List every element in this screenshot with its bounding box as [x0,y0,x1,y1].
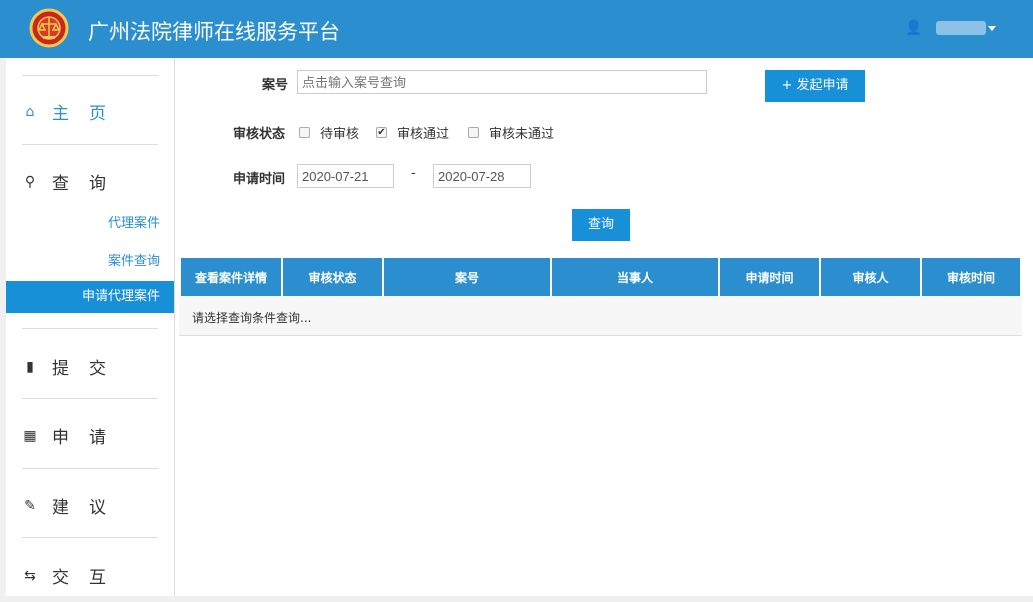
divider [22,144,158,145]
col-header: 审核状态 [283,258,382,296]
empty-message: 请选择查询条件查询... [179,296,1022,336]
col-header: 当事人 [552,258,718,296]
status-pending-checkbox[interactable]: 待审核 [299,123,359,142]
divider [22,537,158,538]
checkbox-icon [299,127,310,138]
user-menu[interactable]: 👤 用户 [905,20,997,36]
new-application-button[interactable]: + 发起申请 [765,70,865,102]
query-button[interactable]: 查询 [572,209,630,241]
col-header: 审核时间 [922,258,1020,296]
divider [22,398,158,399]
app-title: 广州法院律师在线服务平台 [88,20,340,44]
case-number-input[interactable] [297,70,707,94]
sidebar-sub-agent-cases[interactable]: 代理案件 [108,212,160,231]
table-icon: ▦ [23,427,37,444]
checkbox-checked-icon: ✔ [376,127,387,138]
status-approved-checkbox[interactable]: ✔ 审核通过 [376,123,449,142]
col-header: 案号 [384,258,550,296]
user-name: 用户 [936,21,987,35]
edit-icon: ✎ [24,497,36,514]
header: 广州法院律师在线服务平台 👤 用户 [0,0,1033,58]
sidebar-item-interact[interactable]: ⇆ 交互 [22,563,126,589]
user-icon: 👤 [905,20,923,36]
sidebar-sub-apply-agent[interactable]: 申请代理案件 [6,281,174,313]
sidebar-item-query[interactable]: ⚲ 查询 [22,169,126,195]
case-number-label: 案号 [262,78,289,93]
date-to-input[interactable] [433,164,531,188]
results-table: 查看案件详情 审核状态 案号 当事人 申请时间 审核人 审核时间 [179,258,1022,296]
main-content: 案号 + 发起申请 审核状态 待审核 ✔审核通过 审核未通过 申请时间 - 查询… [175,58,1033,596]
sidebar-item-apply[interactable]: ▦ 申请 [22,423,126,449]
sidebar-item-suggest[interactable]: ✎ 建议 [22,493,126,519]
divider [22,328,158,329]
exchange-icon: ⇆ [24,567,36,584]
col-header: 查看案件详情 [181,258,281,296]
file-icon: ▮ [26,358,34,375]
divider [22,468,158,469]
court-emblem-logo [29,8,69,48]
col-header: 审核人 [821,258,920,296]
divider [22,75,158,76]
date-separator: - [411,166,416,181]
sidebar-item-submit[interactable]: ▮ 提交 [22,354,126,380]
date-from-input[interactable] [297,164,394,188]
search-icon: ⚲ [24,173,36,190]
checkbox-icon [468,127,479,138]
date-label: 申请时间 [233,172,286,187]
sidebar-item-home[interactable]: ⌂ 主页 [22,99,126,125]
sidebar-sub-case-query[interactable]: 案件查询 [108,250,160,269]
status-rejected-checkbox[interactable]: 审核未通过 [468,123,554,142]
home-icon: ⌂ [25,103,35,120]
chevron-down-icon [988,25,997,31]
col-header: 申请时间 [720,258,819,296]
sidebar: ⌂ 主页 ⚲ 查询 代理案件 案件查询 申请代理案件 ▮ 提交 ▦ 申请 ✎ 建议 ⇆ 交互 [6,58,175,596]
status-label: 审核状态 [233,127,286,142]
